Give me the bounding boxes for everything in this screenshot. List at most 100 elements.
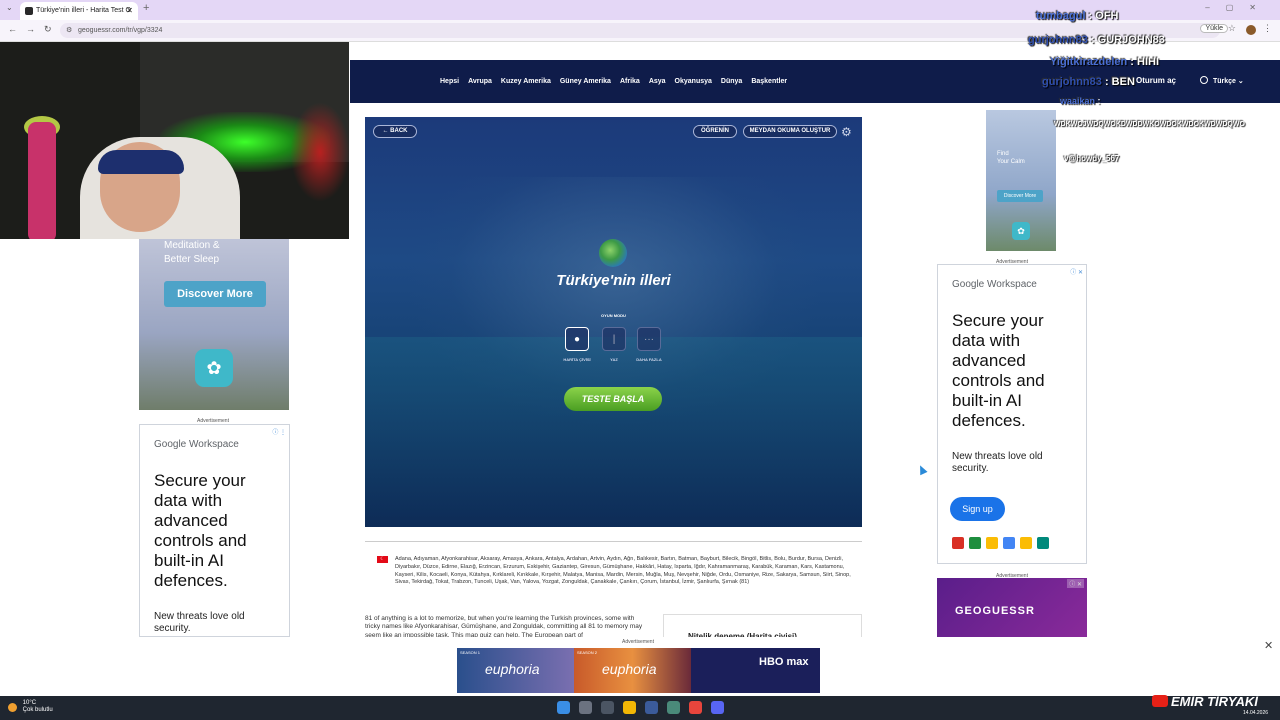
geoguessr-favicon-icon	[25, 7, 33, 15]
discord-icon[interactable]	[711, 701, 724, 714]
mode-more-label: DAHA FAZLA	[636, 357, 662, 362]
category-links: Hepsi Avrupa Kuzey Amerika Güney Amerika…	[440, 60, 787, 103]
language-selector[interactable]: Türkçe ⌄	[1200, 76, 1244, 85]
calm-ad[interactable]: Meditation & Better Sleep Discover More …	[139, 239, 289, 410]
start-quiz-button[interactable]: TESTE BAŞLA	[564, 387, 662, 411]
lotus-icon: ✿	[195, 349, 233, 387]
ad-choices-icon[interactable]: ⓘ ✕	[1070, 267, 1083, 276]
map-sea	[365, 337, 862, 527]
google-workspace-ad-right[interactable]: ⓘ ✕ Google Workspace Secure your data wi…	[937, 264, 1087, 564]
chat-message: waaikan :	[1060, 96, 1101, 106]
back-label: BACK	[390, 128, 408, 134]
nav-link-africa[interactable]: Afrika	[620, 78, 640, 85]
task-view-icon[interactable]	[601, 701, 614, 714]
tab-search-icon[interactable]: ⌄	[6, 3, 13, 12]
gw-signup-button[interactable]: Sign up	[950, 497, 1005, 521]
quiz-title: Türkiye'nin illeri	[556, 272, 671, 289]
bookmark-star-icon[interactable]: ☆	[1228, 23, 1236, 34]
nav-link-south-america[interactable]: Güney Amerika	[560, 78, 611, 85]
chat-text: OFH	[1095, 10, 1119, 22]
geoguessr-ad[interactable]: ⓘ ✕ GEOGUESSR	[937, 578, 1087, 638]
close-ad-icon[interactable]: ✕	[1264, 639, 1273, 652]
profile-avatar[interactable]	[1246, 25, 1256, 35]
nav-link-capitals[interactable]: Başkentler	[751, 78, 787, 85]
pin-icon: ●	[573, 334, 581, 345]
ad-choices-icon[interactable]: ⓘ ✕	[1067, 579, 1084, 588]
chat-message: gurjohnn83 : GURJOHN83	[1028, 34, 1165, 46]
calm-small-line: Your Calm	[997, 159, 1025, 165]
globe-icon	[599, 239, 627, 267]
forward-arrow-icon[interactable]: →	[26, 24, 35, 34]
file-explorer-icon[interactable]	[623, 701, 636, 714]
calm-small-text: Find Your Calm	[997, 150, 1025, 166]
chat-text: BEN	[1111, 76, 1135, 88]
gw-subtext: New threats love old security.	[154, 611, 245, 634]
mouse-cursor	[916, 463, 928, 476]
youtube-icon	[1152, 695, 1168, 707]
learn-button[interactable]: ÖĞRENİN	[693, 125, 737, 138]
hbo-ad-panel-2: SEASON 2 euphoria	[574, 648, 691, 693]
chat-message: Yiğitkirazdelen : HIHI	[1050, 56, 1160, 68]
reload-icon[interactable]: ↻	[44, 24, 52, 35]
calm-small-discover-button[interactable]: Discover More	[997, 190, 1043, 202]
nav-link-oceania[interactable]: Okyanusya	[675, 78, 712, 85]
more-icon: ···	[644, 334, 654, 345]
back-button[interactable]: ← BACK	[373, 125, 417, 138]
weather-cloudy-icon	[8, 702, 17, 712]
drive-icon	[986, 537, 998, 549]
install-app-button[interactable]: Yükle	[1200, 24, 1228, 33]
nav-link-world[interactable]: Dünya	[721, 78, 742, 85]
calm-ad-text: Meditation & Better Sleep	[164, 239, 220, 267]
nav-link-north-america[interactable]: Kuzey Amerika	[501, 78, 551, 85]
weather-temp: 10°C	[22, 700, 37, 706]
site-info-icon[interactable]: ⚙	[66, 23, 72, 38]
mode-more-button[interactable]: ···	[637, 327, 661, 351]
euphoria-logo: euphoria	[602, 661, 657, 677]
login-link[interactable]: Oturum aç	[1136, 76, 1176, 85]
chat-message: gurjohnn83 : BEN	[1042, 76, 1135, 88]
quiz-panel: ← BACK ÖĞRENİN MEYDAN OKUMA OLUŞTUR ⚙ Tü…	[365, 117, 862, 527]
gw-headline: Secure your data with advanced controls …	[952, 311, 1045, 430]
google-workspace-ad-left[interactable]: ⓘ ⋮ Google Workspace Secure your data wi…	[139, 424, 290, 637]
browser-menu-icon[interactable]: ⋮	[1263, 23, 1272, 34]
back-arrow-icon[interactable]: ←	[8, 24, 17, 34]
weather-widget[interactable]: 10°C Çok bulutlu	[8, 700, 53, 714]
chat-user: tumbagul	[1036, 10, 1086, 22]
hbo-max-ad[interactable]: SEASON 1 euphoria SEASON 2 euphoria HBO …	[457, 648, 820, 693]
app-icon[interactable]	[667, 701, 680, 714]
gw-headline: Secure your data with advanced controls …	[154, 471, 247, 590]
hbo-max-logo: HBO max	[759, 656, 809, 668]
calm-ad-line: Better Sleep	[164, 254, 220, 265]
windows-start-icon[interactable]	[557, 701, 570, 714]
docs-icon	[1003, 537, 1015, 549]
create-challenge-button[interactable]: MEYDAN OKUMA OLUŞTUR	[743, 125, 837, 138]
gmail-icon	[952, 537, 964, 549]
gw-subtext: New threats love old security.	[952, 451, 1043, 474]
webcam-overlay	[0, 42, 349, 239]
search-icon[interactable]	[579, 701, 592, 714]
mode-type-button[interactable]: |	[602, 327, 626, 351]
chat-user: v@howdy_567	[1064, 154, 1120, 163]
ad-choices-icon[interactable]: ⓘ ⋮	[272, 427, 286, 436]
steam-icon[interactable]	[645, 701, 658, 714]
tab-title: Türkiye'nin illeri - Harita Test O	[36, 7, 131, 14]
settings-gear-icon[interactable]: ⚙	[841, 125, 852, 139]
meet-icon	[1037, 537, 1049, 549]
taskbar-apps	[557, 701, 724, 714]
calm-ad-small[interactable]: Find Your Calm Discover More ✿	[986, 110, 1056, 251]
browser-tab[interactable]: Türkiye'nin illeri - Harita Test O ✕	[20, 2, 138, 20]
new-tab-icon[interactable]: +	[143, 2, 149, 14]
window-controls[interactable]: –▢✕	[1205, 3, 1272, 12]
nav-link-all[interactable]: Hepsi	[440, 78, 459, 85]
calm-discover-button[interactable]: Discover More	[164, 281, 266, 307]
chat-message: tumbagul : OFH	[1036, 10, 1119, 22]
turkey-flag-icon: ☾	[377, 556, 388, 563]
nav-link-europe[interactable]: Avrupa	[468, 78, 492, 85]
nav-link-asia[interactable]: Asya	[649, 78, 666, 85]
close-tab-icon[interactable]: ✕	[126, 2, 133, 20]
mode-pin-button[interactable]: ●	[565, 327, 589, 351]
back-arrow-icon: ←	[382, 128, 389, 134]
chrome-icon[interactable]	[689, 701, 702, 714]
geoguessr-logo: GEOGUESSR	[955, 605, 1035, 617]
language-label: Türkçe	[1213, 78, 1236, 85]
